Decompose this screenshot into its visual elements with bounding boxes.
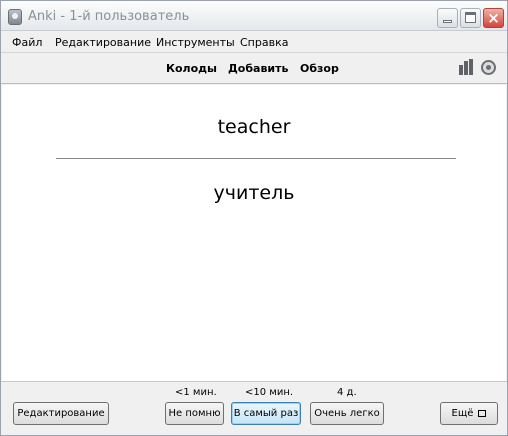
minimize-button[interactable] [437,8,458,28]
card-back-text: учитель [213,182,295,204]
menu-edit[interactable]: Редактирование [55,36,151,49]
menu-bar: Файл Редактирование Инструменты Справка [1,32,507,53]
close-icon: × [487,9,500,27]
interval-again: <1 мин. [175,387,217,398]
anki-icon [8,9,22,25]
maximize-button[interactable] [460,8,481,28]
stats-icon[interactable] [459,59,475,75]
more-button[interactable]: Ещё [440,402,498,425]
toolbar: Колоды Добавить Обзор [1,54,507,84]
interval-easy: 4 д. [337,387,357,398]
good-button[interactable]: В самый раз [231,402,301,425]
interval-good: <10 мин. [245,387,294,398]
easy-button[interactable]: Очень легко [310,402,384,425]
sync-icon[interactable] [481,60,496,75]
title-bar[interactable]: Anki - 1-й пользователь × [1,1,507,31]
more-label: Ещё [451,408,474,419]
toolbar-browse[interactable]: Обзор [300,62,339,75]
toolbar-decks[interactable]: Колоды [166,62,217,75]
window-title: Anki - 1-й пользователь [28,9,190,24]
close-button[interactable]: × [483,8,504,28]
card-front-text: teacher [217,116,291,138]
again-button[interactable]: Не помню [165,402,224,425]
menu-tools[interactable]: Инструменты [156,36,235,49]
menu-help[interactable]: Справка [240,36,288,49]
maximize-icon [465,12,476,23]
answer-divider [56,158,456,159]
menu-file[interactable]: Файл [12,36,42,49]
card-area: teacher учитель [2,85,506,381]
toolbar-add[interactable]: Добавить [228,62,288,75]
anki-window: Anki - 1-й пользователь × Файл Редактиро… [0,0,508,436]
more-menu-icon [478,410,487,417]
minimize-icon [443,20,452,23]
edit-button[interactable]: Редактирование [13,402,109,425]
